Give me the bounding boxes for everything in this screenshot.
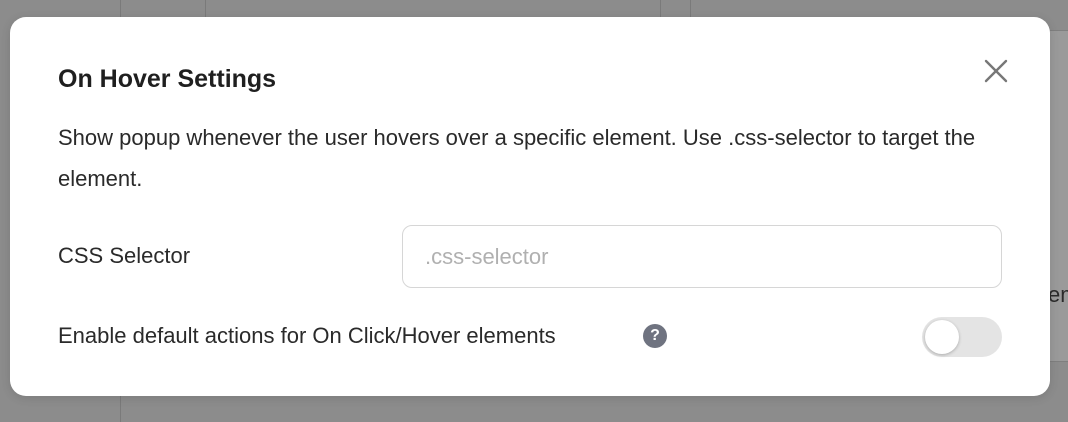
background-partial-text: em: [1048, 282, 1068, 307]
on-hover-settings-modal: On Hover Settings Show popup whenever th…: [10, 17, 1050, 396]
default-actions-label: Enable default actions for On Click/Hove…: [58, 323, 556, 348]
css-selector-input[interactable]: [402, 225, 1002, 288]
background-divider: [205, 0, 206, 17]
modal-description: Show popup whenever the user hovers over…: [58, 125, 976, 191]
background-divider: [660, 0, 661, 17]
background-panel: [1048, 30, 1068, 362]
close-icon: [984, 59, 1008, 83]
toggle-knob: [925, 320, 959, 354]
modal-title: On Hover Settings: [58, 65, 277, 93]
background-divider: [690, 0, 691, 17]
css-selector-label: CSS Selector: [58, 243, 191, 268]
close-button[interactable]: [980, 55, 1012, 87]
default-actions-toggle[interactable]: [922, 317, 1002, 357]
question-mark-icon[interactable]: ?: [643, 324, 667, 348]
